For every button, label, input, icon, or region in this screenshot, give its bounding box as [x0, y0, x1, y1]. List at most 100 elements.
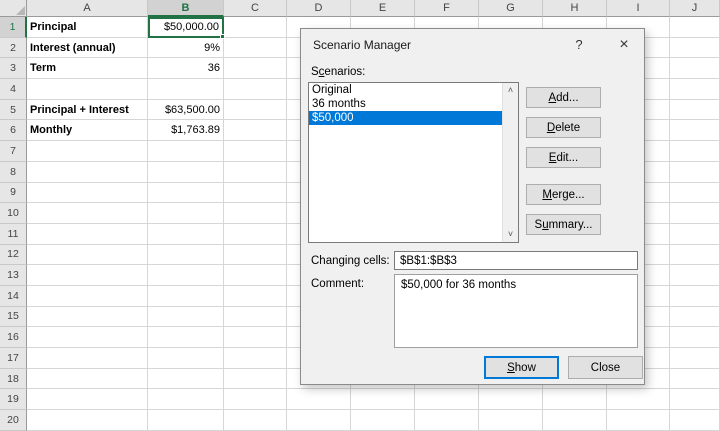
cell-B3[interactable]: 36 — [148, 58, 224, 80]
cell-B8[interactable] — [148, 161, 224, 183]
column-header-J[interactable]: J — [670, 0, 720, 17]
cell-B15[interactable] — [148, 306, 224, 328]
cell-A14[interactable] — [27, 285, 148, 307]
cell-C13[interactable] — [224, 265, 287, 286]
cell-C15[interactable] — [224, 306, 287, 328]
cell-B14[interactable] — [148, 285, 224, 307]
row-header-4[interactable]: 4 — [0, 79, 27, 100]
cell-C16[interactable] — [224, 327, 287, 348]
cell-J12[interactable] — [670, 244, 720, 266]
close-icon[interactable]: × — [611, 33, 637, 57]
cell-H20[interactable] — [543, 410, 607, 431]
cell-J8[interactable] — [670, 161, 720, 183]
cell-H19[interactable] — [543, 389, 607, 411]
cell-A4[interactable] — [27, 79, 148, 100]
changing-cells-field[interactable]: $B$1:$B$3 — [394, 251, 638, 270]
row-header-11[interactable]: 11 — [0, 223, 27, 245]
cell-A11[interactable] — [27, 223, 148, 245]
cell-I19[interactable] — [607, 389, 670, 411]
cell-A5[interactable]: Principal + Interest — [27, 99, 148, 121]
cell-J6[interactable] — [670, 120, 720, 142]
cell-C5[interactable] — [224, 99, 287, 121]
column-header-E[interactable]: E — [351, 0, 415, 17]
cell-C7[interactable] — [224, 141, 287, 162]
cell-A20[interactable] — [27, 410, 148, 431]
cell-J15[interactable] — [670, 306, 720, 328]
cell-G20[interactable] — [479, 410, 543, 431]
cell-C11[interactable] — [224, 223, 287, 245]
cell-J17[interactable] — [670, 348, 720, 369]
cell-C9[interactable] — [224, 182, 287, 204]
cell-E20[interactable] — [351, 410, 415, 431]
cell-J11[interactable] — [670, 223, 720, 245]
cell-G19[interactable] — [479, 389, 543, 411]
cell-B4[interactable] — [148, 79, 224, 100]
cell-J19[interactable] — [670, 389, 720, 411]
cell-J4[interactable] — [670, 79, 720, 100]
cell-J16[interactable] — [670, 327, 720, 348]
column-header-I[interactable]: I — [607, 0, 670, 17]
cell-J20[interactable] — [670, 410, 720, 431]
scenario-listbox[interactable]: Original 36 months $50,000 ˄ ˅ — [308, 82, 519, 243]
column-header-D[interactable]: D — [287, 0, 351, 17]
cell-B9[interactable] — [148, 182, 224, 204]
row-header-12[interactable]: 12 — [0, 244, 27, 266]
cell-A10[interactable] — [27, 203, 148, 224]
cell-A9[interactable] — [27, 182, 148, 204]
fill-handle[interactable] — [220, 33, 225, 39]
cell-B5[interactable]: $63,500.00 — [148, 99, 224, 121]
cell-B11[interactable] — [148, 223, 224, 245]
cell-C14[interactable] — [224, 285, 287, 307]
scenario-item[interactable]: $50,000 — [309, 111, 502, 125]
cell-J10[interactable] — [670, 203, 720, 224]
row-header-6[interactable]: 6 — [0, 120, 27, 142]
cell-C12[interactable] — [224, 244, 287, 266]
row-header-13[interactable]: 13 — [0, 265, 27, 286]
edit-button[interactable]: Edit... — [526, 147, 601, 168]
row-header-20[interactable]: 20 — [0, 410, 27, 431]
scrollbar[interactable]: ˄ ˅ — [502, 83, 518, 242]
cell-J9[interactable] — [670, 182, 720, 204]
cell-B13[interactable] — [148, 265, 224, 286]
cell-A17[interactable] — [27, 348, 148, 369]
cell-I20[interactable] — [607, 410, 670, 431]
cell-C2[interactable] — [224, 37, 287, 59]
column-header-F[interactable]: F — [415, 0, 479, 17]
cell-B16[interactable] — [148, 327, 224, 348]
cell-J3[interactable] — [670, 58, 720, 80]
row-header-7[interactable]: 7 — [0, 141, 27, 162]
show-button[interactable]: Show — [484, 356, 559, 379]
cell-A7[interactable] — [27, 141, 148, 162]
row-header-5[interactable]: 5 — [0, 99, 27, 121]
add-button[interactable]: Add... — [526, 87, 601, 108]
cell-D19[interactable] — [287, 389, 351, 411]
cell-B17[interactable] — [148, 348, 224, 369]
cell-C10[interactable] — [224, 203, 287, 224]
row-header-9[interactable]: 9 — [0, 182, 27, 204]
cell-B12[interactable] — [148, 244, 224, 266]
cell-C20[interactable] — [224, 410, 287, 431]
cell-C18[interactable] — [224, 368, 287, 390]
cell-J1[interactable] — [670, 17, 720, 38]
cell-B7[interactable] — [148, 141, 224, 162]
row-header-19[interactable]: 19 — [0, 389, 27, 411]
scroll-up-icon[interactable]: ˄ — [503, 83, 518, 98]
cell-C6[interactable] — [224, 120, 287, 142]
cell-A8[interactable] — [27, 161, 148, 183]
row-header-17[interactable]: 17 — [0, 348, 27, 369]
cell-C3[interactable] — [224, 58, 287, 80]
cell-B2[interactable]: 9% — [148, 37, 224, 59]
cell-C8[interactable] — [224, 161, 287, 183]
scenario-item[interactable]: Original — [309, 83, 502, 97]
cell-B20[interactable] — [148, 410, 224, 431]
cell-A19[interactable] — [27, 389, 148, 411]
cell-D20[interactable] — [287, 410, 351, 431]
cell-J14[interactable] — [670, 285, 720, 307]
cell-J2[interactable] — [670, 37, 720, 59]
scroll-down-icon[interactable]: ˅ — [503, 227, 518, 242]
row-header-10[interactable]: 10 — [0, 203, 27, 224]
column-header-G[interactable]: G — [479, 0, 543, 17]
cell-A13[interactable] — [27, 265, 148, 286]
cell-A1[interactable]: Principal — [27, 17, 148, 38]
summary-button[interactable]: Su mmary... — [526, 214, 601, 235]
